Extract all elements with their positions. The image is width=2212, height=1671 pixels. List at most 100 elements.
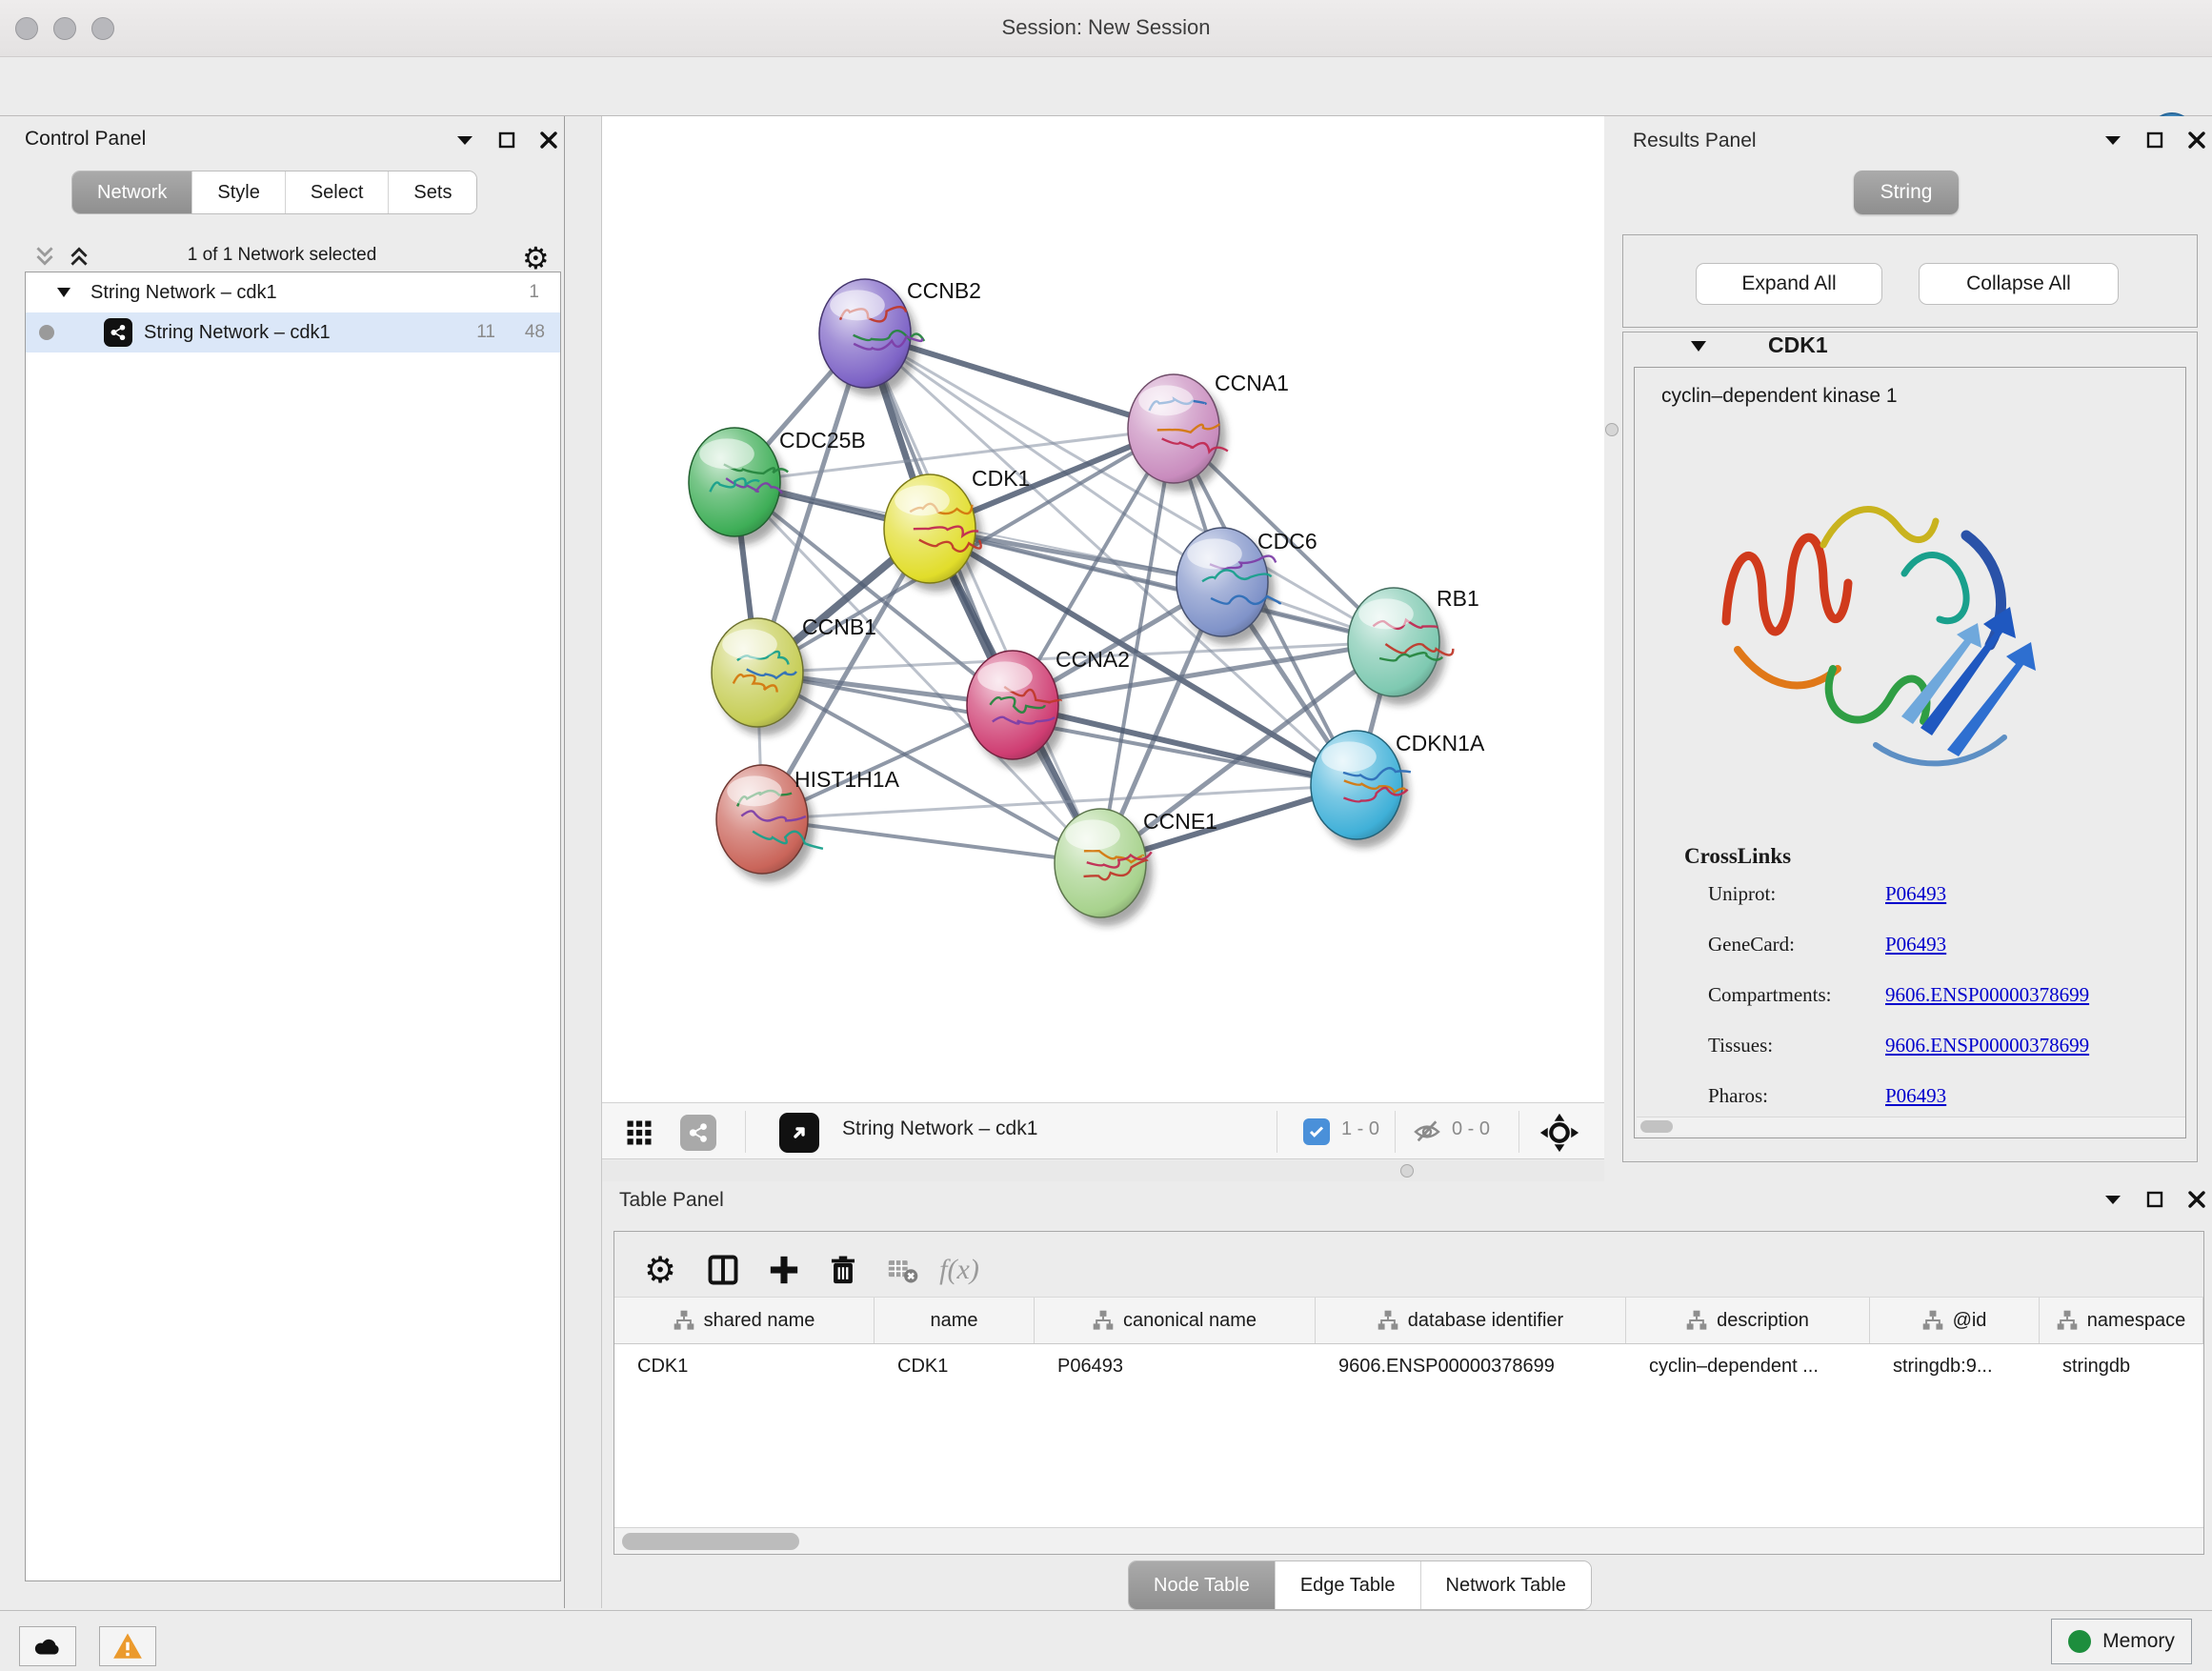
network-node-CCNA1[interactable]	[1128, 374, 1228, 492]
splitter-handle[interactable]	[1605, 423, 1619, 436]
results-hscrollbar[interactable]	[1637, 1117, 2185, 1136]
crosslink-label: Compartments:	[1708, 983, 1885, 1007]
selected-checkbox-icon[interactable]	[1303, 1118, 1330, 1145]
expand-all-button[interactable]: Expand All	[1696, 263, 1882, 305]
column-header-shared-name[interactable]: shared name	[614, 1298, 875, 1343]
node-label-CDK1: CDK1	[972, 466, 1030, 491]
collection-label: String Network – cdk1	[90, 282, 277, 304]
tab-select[interactable]: Select	[285, 171, 389, 213]
column-label: name	[930, 1310, 977, 1332]
edge-count: 48	[525, 322, 545, 343]
function-builder-icon[interactable]: f(x)	[935, 1245, 984, 1295]
birdseye-view-icon[interactable]	[779, 1113, 819, 1153]
tree-expander-icon[interactable]	[56, 287, 71, 298]
scrollbar-thumb[interactable]	[622, 1533, 799, 1550]
control-panel-tabs: Network Style Select Sets	[71, 171, 477, 214]
table-cell[interactable]: CDK1	[614, 1356, 875, 1378]
crosslink-row: Uniprot:P06493	[1708, 882, 2165, 906]
memory-status-icon	[2068, 1630, 2091, 1653]
table-panel-title: Table Panel	[619, 1189, 724, 1212]
node-label-CCNE1: CCNE1	[1143, 809, 1217, 834]
crosslink-link[interactable]: P06493	[1885, 1084, 1946, 1107]
crosslink-link[interactable]: P06493	[1885, 933, 1946, 956]
tab-edge-table[interactable]: Edge Table	[1275, 1561, 1420, 1609]
memory-label: Memory	[2102, 1630, 2175, 1653]
scrollbar-thumb[interactable]	[1640, 1120, 1673, 1133]
panel-close-icon[interactable]	[536, 130, 561, 151]
warning-button[interactable]	[99, 1626, 156, 1666]
results-tab-string[interactable]: String	[1854, 171, 1959, 214]
table-cell[interactable]: stringdb	[2040, 1356, 2203, 1378]
column-type-icon	[1686, 1310, 1707, 1331]
table-cell[interactable]: cyclin–dependent ...	[1626, 1356, 1870, 1378]
column-header-description[interactable]: description	[1626, 1298, 1870, 1343]
collapse-all-button[interactable]: Collapse All	[1919, 263, 2119, 305]
column-header-canonical-name[interactable]: canonical name	[1035, 1298, 1316, 1343]
memory-button[interactable]: Memory	[2051, 1619, 2192, 1664]
crosslink-row: Tissues:9606.ENSP00000378699	[1708, 1034, 2165, 1057]
table-cell[interactable]: stringdb:9...	[1870, 1356, 2040, 1378]
delete-table-icon[interactable]	[877, 1245, 927, 1295]
node-label-CCNB2: CCNB2	[907, 278, 981, 303]
network-status-dot-icon	[39, 325, 54, 340]
network-node-CCNE1[interactable]	[1055, 809, 1153, 926]
tab-network[interactable]: Network	[72, 171, 191, 213]
network-tree: String Network – cdk1 1 String Network –…	[25, 272, 561, 1581]
vertical-splitter[interactable]	[564, 116, 602, 1608]
table-options-gear-icon[interactable]: ⚙	[635, 1245, 685, 1295]
cloud-button[interactable]	[19, 1626, 76, 1666]
table-cell[interactable]: 9606.ENSP00000378699	[1316, 1356, 1626, 1378]
panel-menu-icon[interactable]	[2101, 130, 2125, 151]
node-label-CDC25B: CDC25B	[779, 428, 866, 453]
crosslink-link[interactable]: 9606.ENSP00000378699	[1885, 983, 2089, 1006]
tab-style[interactable]: Style	[191, 171, 284, 213]
control-panel-title: Control Panel	[25, 128, 146, 151]
network-edge-CCNB2-CCNE1[interactable]	[865, 333, 1100, 863]
grid-view-icon[interactable]	[625, 1118, 654, 1147]
column-header-database-identifier[interactable]: database identifier	[1316, 1298, 1626, 1343]
network-edge-CDK1-RB1[interactable]	[930, 529, 1394, 642]
table-hscrollbar[interactable]	[614, 1527, 2203, 1554]
crosslink-row: Compartments:9606.ENSP00000378699	[1708, 983, 2165, 1007]
tab-sets[interactable]: Sets	[388, 171, 476, 213]
share-view-icon[interactable]	[680, 1115, 716, 1151]
panel-menu-icon[interactable]	[452, 130, 477, 151]
selected-count: 1 - 0	[1341, 1118, 1379, 1140]
table-cell[interactable]: P06493	[1035, 1356, 1316, 1378]
network-row[interactable]: String Network – cdk1 11 48	[26, 312, 560, 352]
protein-header-row[interactable]: CDK1	[1623, 332, 2197, 367]
network-collection-row[interactable]: String Network – cdk1 1	[26, 272, 560, 312]
panel-float-icon[interactable]	[2142, 1189, 2167, 1210]
crosslink-label: Tissues:	[1708, 1034, 1885, 1057]
results-splitter[interactable]	[1604, 116, 1619, 1181]
panel-float-icon[interactable]	[494, 130, 519, 151]
panel-close-icon[interactable]	[2184, 1189, 2209, 1210]
tab-network-table[interactable]: Network Table	[1420, 1561, 1591, 1609]
panel-menu-icon[interactable]	[2101, 1189, 2125, 1210]
splitter-handle[interactable]	[1400, 1164, 1414, 1178]
column-visibility-icon[interactable]	[698, 1245, 748, 1295]
collapse-protein-icon[interactable]	[1690, 340, 1707, 352]
column-header-name[interactable]: name	[875, 1298, 1035, 1343]
table-row[interactable]: CDK1CDK1P064939606.ENSP00000378699cyclin…	[614, 1344, 2203, 1388]
panel-close-icon[interactable]	[2184, 130, 2209, 151]
tab-node-table[interactable]: Node Table	[1129, 1561, 1275, 1609]
network-node-CCNB1[interactable]	[712, 618, 810, 735]
crosslink-link[interactable]: P06493	[1885, 882, 1946, 905]
network-node-CDK1[interactable]	[884, 474, 982, 592]
table-cell[interactable]: CDK1	[875, 1356, 1035, 1378]
hidden-eye-slash-icon[interactable]	[1412, 1117, 1442, 1147]
column-header-namespace[interactable]: namespace	[2040, 1298, 2203, 1343]
network-canvas[interactable]: CCNB2CCNA1CDC25BCDK1CDC6RB1CCNB1CCNA2CDK…	[602, 116, 1604, 1102]
fit-selection-crosshair-icon[interactable]	[1539, 1113, 1579, 1153]
node-table: shared name name canonical namedatabase id…	[614, 1297, 2203, 1527]
column-header--id[interactable]: @id	[1870, 1298, 2040, 1343]
panel-float-icon[interactable]	[2142, 130, 2167, 151]
delete-column-trash-icon[interactable]	[818, 1245, 868, 1295]
network-node-CCNA2[interactable]	[967, 651, 1065, 768]
protein-description: cyclin–dependent kinase 1	[1661, 385, 1898, 408]
crosslink-link[interactable]: 9606.ENSP00000378699	[1885, 1034, 2089, 1057]
network-node-CDC25B[interactable]	[689, 428, 788, 545]
collection-count: 1	[529, 282, 539, 303]
add-column-icon[interactable]	[759, 1245, 809, 1295]
